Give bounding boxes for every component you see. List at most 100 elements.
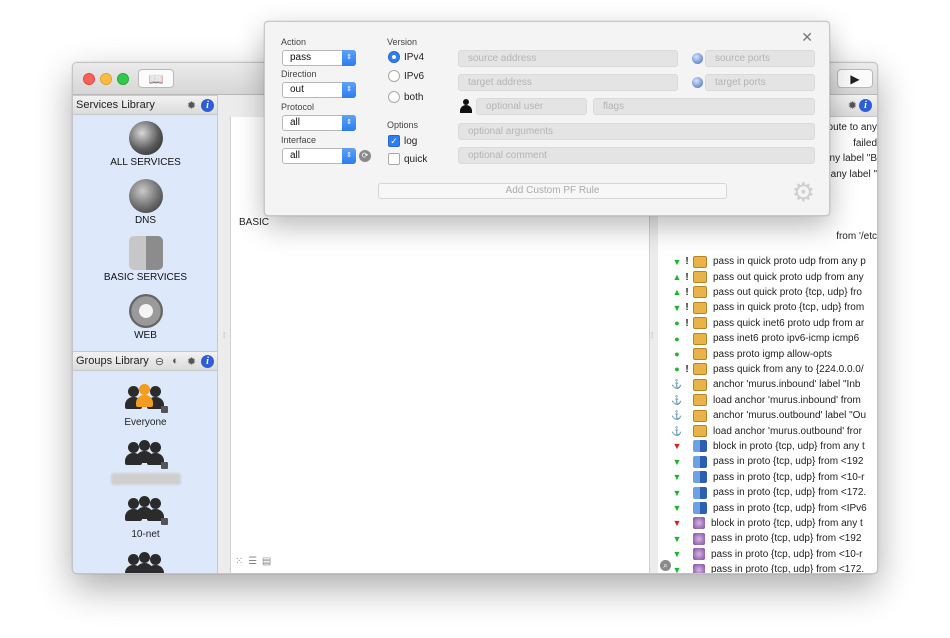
- lock-icon: [693, 409, 707, 422]
- book-icon: 📖: [148, 71, 164, 86]
- service-item-all[interactable]: ALL SERVICES: [73, 121, 218, 168]
- gear-icon[interactable]: ✹: [848, 99, 857, 112]
- refresh-icon[interactable]: ⟳: [359, 150, 371, 162]
- purple-icon: [693, 548, 705, 561]
- gear-icon[interactable]: ✹: [185, 99, 198, 112]
- rule-text: load anchor 'murus.outbound' fror: [713, 425, 862, 437]
- rule-row[interactable]: ▼ pass in proto {tcp, udp} from <10-r: [658, 470, 877, 485]
- close-icon[interactable]: ✕: [801, 29, 813, 46]
- action-select[interactable]: pass ⇕: [282, 50, 356, 66]
- lock-icon: [693, 255, 707, 268]
- group-icon: [124, 383, 168, 413]
- zoom-window-button[interactable]: [117, 73, 129, 85]
- rule-quick-icon: !: [685, 271, 689, 283]
- group-item-10-net[interactable]: 10-net: [73, 495, 218, 540]
- group-item-blurred[interactable]: [73, 439, 218, 485]
- interface-select[interactable]: all ⇕: [282, 148, 356, 164]
- rule-row[interactable]: ▼ block in proto {tcp, udp} from any t: [658, 439, 877, 454]
- source-address-field[interactable]: source address: [458, 50, 678, 67]
- rule-direction-icon: ▼: [672, 441, 682, 452]
- rule-row[interactable]: ● pass inet6 proto ipv6-icmp icmp6: [658, 331, 877, 346]
- ipv6-radio[interactable]: IPv6: [388, 70, 424, 82]
- quick-checkbox[interactable]: quick: [388, 153, 427, 165]
- flags-field[interactable]: flags: [593, 98, 815, 115]
- group-icon: [124, 551, 168, 573]
- rule-row[interactable]: ▼ pass in proto {tcp, udp} from <IPv6: [658, 500, 877, 515]
- group-icon: [124, 439, 168, 469]
- rule-text: block in proto {tcp, udp} from any t: [713, 440, 865, 452]
- rule-row[interactable]: ●! pass quick from any to {224.0.0.0/: [658, 362, 877, 377]
- rule-row[interactable]: ⚓ anchor 'murus.outbound' label "Ou: [658, 408, 877, 423]
- globe-icon[interactable]: [692, 77, 703, 88]
- rule-row[interactable]: ▼! pass in quick proto {tcp, udp} from: [658, 300, 877, 315]
- globe-small-icon[interactable]: ◐: [169, 355, 182, 368]
- lock-icon: [693, 425, 707, 438]
- library-toggle-button[interactable]: 📖: [138, 69, 174, 88]
- rule-direction-icon: ⚓: [671, 410, 683, 421]
- target-ports-field[interactable]: target ports: [705, 74, 815, 91]
- gear-icon[interactable]: ⚙: [792, 179, 815, 205]
- view-mode-icons[interactable]: ⁙ ☰ ▤: [235, 556, 272, 567]
- rule-direction-icon: ▼: [672, 472, 682, 483]
- direction-select[interactable]: out ⇕: [282, 82, 356, 98]
- search-icon[interactable]: ⌕: [660, 560, 671, 571]
- chevron-updown-icon: ⇕: [342, 82, 356, 98]
- source-ports-field[interactable]: source ports: [705, 50, 815, 67]
- interface-label: Interface: [281, 135, 317, 145]
- ipv4-radio[interactable]: IPv4: [388, 51, 424, 63]
- rule-row[interactable]: ▼! pass in quick proto udp from any p: [658, 254, 877, 269]
- rule-row[interactable]: ▼ block in proto {tcp, udp} from any t: [658, 516, 877, 531]
- left-sidebar: Services Library ✹ i ALL SERVICES DNS BA…: [73, 95, 218, 573]
- target-address-field[interactable]: target address: [458, 74, 678, 91]
- group-item-partial[interactable]: [73, 551, 218, 573]
- service-item-web[interactable]: WEB: [73, 294, 218, 341]
- optional-comment-field[interactable]: optional comment: [458, 147, 815, 164]
- rule-row[interactable]: ● pass proto igmp allow-opts: [658, 346, 877, 361]
- rule-row[interactable]: ⚓ load anchor 'murus.inbound' from: [658, 393, 877, 408]
- protocol-value: all: [290, 117, 301, 128]
- rule-text: failed: [853, 138, 877, 150]
- optional-arguments-field[interactable]: optional arguments: [458, 123, 815, 140]
- info-icon[interactable]: i: [201, 98, 214, 112]
- add-custom-pf-rule-button[interactable]: Add Custom PF Rule: [378, 183, 727, 199]
- lock-icon: [693, 332, 707, 345]
- options-label: Options: [387, 120, 419, 130]
- rule-row[interactable]: ▲! pass out quick proto {tcp, udp} fro: [658, 285, 877, 300]
- optional-user-field[interactable]: optional user: [476, 98, 587, 115]
- remove-icon[interactable]: ⊖: [153, 355, 166, 368]
- rule-row[interactable]: ▼ pass in proto {tcp, udp} from <10-r: [658, 547, 877, 562]
- service-label: BASIC SERVICES: [103, 272, 188, 283]
- close-window-button[interactable]: [83, 73, 95, 85]
- rule-row[interactable]: ▼ pass in proto {tcp, udp} from <172.: [658, 485, 877, 500]
- rule-row[interactable]: ⚓ load anchor 'murus.outbound' fror: [658, 423, 877, 438]
- rule-row-partial[interactable]: from '/etc: [658, 229, 877, 244]
- play-button[interactable]: ▶: [837, 69, 873, 88]
- rule-row[interactable]: ⚓ anchor 'murus.inbound' label "Inb: [658, 377, 877, 392]
- rule-row[interactable]: ▲! pass out quick proto udp from any: [658, 269, 877, 284]
- service-item-dns[interactable]: DNS: [73, 179, 218, 226]
- rule-text: pass in proto {tcp, udp} from <192: [711, 533, 862, 545]
- lock-icon: [693, 301, 707, 314]
- info-icon[interactable]: i: [201, 354, 214, 368]
- group-item-everyone[interactable]: Everyone: [73, 383, 218, 428]
- version-label: Version: [387, 37, 418, 47]
- splitter-handle[interactable]: ⁞: [223, 331, 229, 341]
- splitter-handle[interactable]: ⁞: [651, 331, 657, 341]
- log-checkbox[interactable]: ✓ log: [388, 135, 417, 147]
- rule-text: pass quick from any to {224.0.0.0/: [713, 363, 864, 375]
- gear-icon[interactable]: ✹: [185, 355, 198, 368]
- both-radio[interactable]: both: [388, 91, 423, 103]
- rule-row[interactable]: ▼ pass in proto {tcp, udp} from <192: [658, 531, 877, 546]
- lock-icon: [693, 378, 707, 391]
- groups-library-title: Groups Library: [76, 355, 149, 367]
- rule-row[interactable]: ●! pass quick inet6 proto udp from ar: [658, 316, 877, 331]
- service-item-basic[interactable]: BASIC SERVICES: [73, 236, 218, 283]
- minimize-window-button[interactable]: [100, 73, 112, 85]
- rule-text: any label ": [830, 169, 877, 181]
- protocol-select[interactable]: all ⇕: [282, 115, 356, 131]
- both-label: both: [404, 91, 424, 103]
- rule-row[interactable]: ▼ pass in proto {tcp, udp} from <192: [658, 454, 877, 469]
- info-icon[interactable]: i: [859, 99, 872, 112]
- rule-row[interactable]: ▼ pass in proto {tcp, udp} from <172.: [658, 562, 877, 573]
- globe-icon[interactable]: [692, 53, 703, 64]
